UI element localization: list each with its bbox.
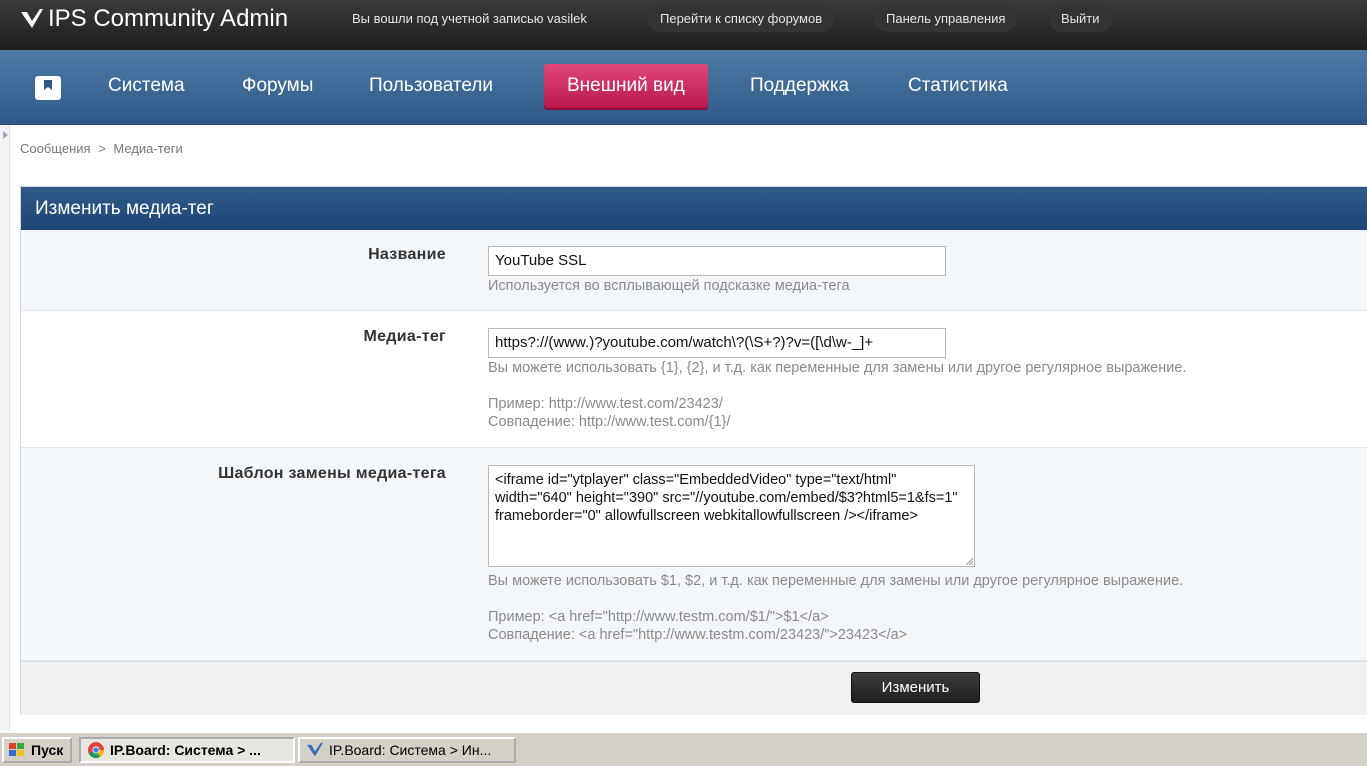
template-example: Пример: <a href="http://www.testm.com/$1… xyxy=(488,609,829,625)
template-hint: Вы можете использовать $1, $2, и т.д. ка… xyxy=(488,573,1184,589)
name-row: Название YouTube SSL Используется во всп… xyxy=(21,230,1367,311)
nav-forums[interactable]: Форумы xyxy=(219,64,336,108)
taskbar-chrome-window[interactable]: IP.Board: Система > ... xyxy=(79,737,295,763)
name-hint: Используется во всплывающей подсказке ме… xyxy=(488,278,850,294)
media-tag-hint: Вы можете использовать {1}, {2}, и т.д. … xyxy=(488,360,1187,376)
expand-arrow-icon xyxy=(3,131,8,139)
taskbar-task-label: IP.Board: Система > Ин... xyxy=(329,742,492,758)
windows-taskbar: Пуск IP.Board: Система > ... IP.Board: С… xyxy=(0,732,1367,766)
taskbar-task-label: IP.Board: Система > ... xyxy=(110,742,261,758)
nav-users[interactable]: Пользователи xyxy=(346,64,516,108)
forums-list-link[interactable]: Перейти к списку форумов xyxy=(648,6,835,32)
control-panel-link[interactable]: Панель управления xyxy=(874,6,1018,32)
template-label: Шаблон замены медиа-тега xyxy=(218,465,446,482)
breadcrumb-messages[interactable]: Сообщения xyxy=(20,141,91,156)
template-match: Совпадение: <a href="http://www.testm.co… xyxy=(488,627,908,643)
media-tag-row: Медиа-тег https?://(www.)?youtube.com/wa… xyxy=(21,311,1367,448)
app-logo[interactable]: IPS Community Admin xyxy=(20,5,289,32)
template-row: Шаблон замены медиа-тега Вы можете испол… xyxy=(21,448,1367,661)
breadcrumb-separator: > xyxy=(98,141,106,156)
breadcrumb: Сообщения > Медиа-теги xyxy=(20,141,187,156)
windows-flag-icon xyxy=(9,743,24,756)
start-label: Пуск xyxy=(31,742,64,758)
app-title: IPS Community Admin xyxy=(48,5,289,32)
name-label: Название xyxy=(368,246,446,263)
logged-in-text: Вы вошли под учетной записью vasilek xyxy=(352,11,587,26)
nav-statistics[interactable]: Статистика xyxy=(885,64,1031,108)
media-tag-match: Совпадение: http://www.test.com/{1}/ xyxy=(488,414,731,430)
ips-check-icon xyxy=(21,9,43,28)
media-tag-label: Медиа-тег xyxy=(363,328,446,345)
panel-title: Изменить медиа-тег xyxy=(21,187,1367,230)
resize-grip-icon[interactable] xyxy=(965,557,973,565)
nav-support[interactable]: Поддержка xyxy=(727,64,872,108)
logout-link[interactable]: Выйти xyxy=(1049,6,1112,32)
breadcrumb-media-tags[interactable]: Медиа-теги xyxy=(113,141,182,156)
start-button[interactable]: Пуск xyxy=(2,737,72,763)
media-tag-example: Пример: http://www.test.com/23423/ xyxy=(488,396,723,412)
template-textarea[interactable] xyxy=(488,465,975,567)
home-icon[interactable] xyxy=(35,76,61,100)
form-footer: Изменить xyxy=(21,661,1367,715)
main-nav: Система Форумы Пользователи Внешний вид … xyxy=(0,50,1367,125)
nav-system[interactable]: Система xyxy=(85,64,208,108)
edit-media-tag-panel: Изменить медиа-тег Название YouTube SSL … xyxy=(20,186,1367,715)
sidebar-collapse-handle[interactable] xyxy=(0,125,10,730)
name-field[interactable]: YouTube SSL xyxy=(488,246,946,276)
taskbar-ie-window[interactable]: IP.Board: Система > Ин... xyxy=(298,737,516,763)
chrome-icon xyxy=(88,742,104,758)
top-bar: IPS Community Admin Вы вошли под учетной… xyxy=(0,0,1367,50)
nav-appearance[interactable]: Внешний вид xyxy=(544,64,708,108)
media-tag-field[interactable]: https?://(www.)?youtube.com/watch\?(\S+?… xyxy=(488,328,946,358)
submit-button[interactable]: Изменить xyxy=(851,672,980,703)
ips-check-icon xyxy=(307,742,323,757)
